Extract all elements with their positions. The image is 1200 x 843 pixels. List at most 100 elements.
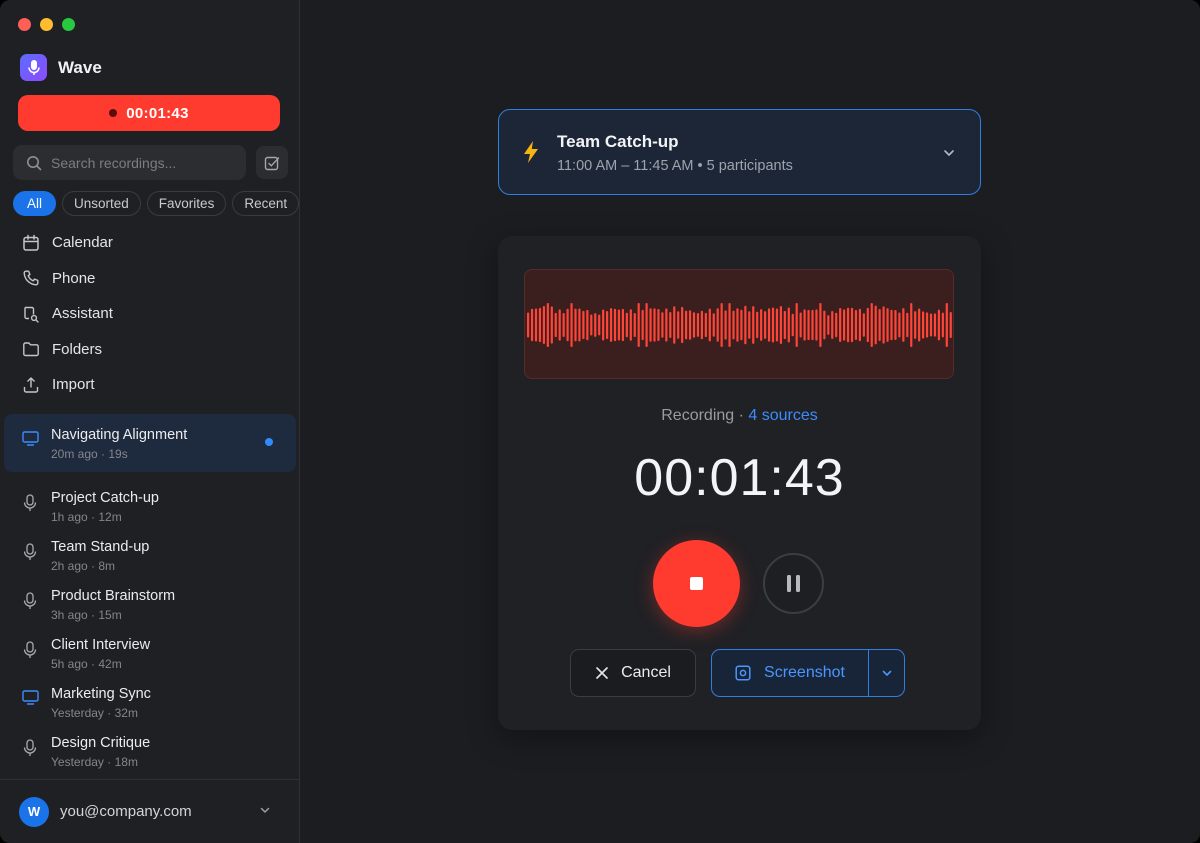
- account-email: you@company.com: [60, 803, 192, 820]
- waveform-bar: [922, 311, 925, 339]
- cancel-button[interactable]: Cancel: [570, 649, 696, 697]
- waveform-bar: [862, 313, 865, 337]
- waveform-bar: [669, 311, 672, 339]
- close-icon: [596, 667, 608, 679]
- waveform-bar: [906, 312, 909, 338]
- active-recording-button[interactable]: 00:01:43: [18, 95, 280, 131]
- waveform-bar: [641, 309, 644, 341]
- sidebar-item-assistant[interactable]: Assistant: [22, 296, 282, 332]
- waveform-bar: [764, 311, 767, 339]
- screenshot-button[interactable]: Screenshot: [712, 650, 868, 696]
- waveform-bar: [744, 305, 747, 345]
- waveform-bar: [677, 311, 680, 339]
- recording-dot-icon: [109, 109, 118, 117]
- list-item[interactable]: Design Critique Yesterday · 18m: [4, 723, 296, 772]
- new-note-button[interactable]: [256, 146, 288, 179]
- list-item[interactable]: Navigating Alignment 20m ago · 19s: [4, 414, 296, 472]
- waveform-bar: [874, 305, 877, 345]
- calendar-icon: [23, 234, 39, 251]
- zoom-window-button[interactable]: [62, 18, 75, 31]
- stop-icon: [690, 577, 703, 590]
- microphone-icon: [20, 54, 47, 81]
- waveform-bar: [637, 303, 640, 347]
- screenshot-split-button: Screenshot: [711, 649, 905, 697]
- waveform-bar: [570, 303, 573, 347]
- sidebar-item-label: Assistant: [52, 305, 113, 323]
- waveform-bar: [858, 308, 861, 342]
- waveform-bar: [949, 312, 952, 338]
- sidebar-item-calendar[interactable]: Calendar: [22, 225, 282, 261]
- recording-status-label: Recording ·: [661, 407, 749, 424]
- filter-unsorted[interactable]: Unsorted: [62, 191, 141, 216]
- waveform-bar: [574, 308, 577, 342]
- sidebar-item-label: Phone: [52, 269, 96, 287]
- screenshot-options-button[interactable]: [869, 650, 904, 696]
- waveform-bar: [657, 309, 660, 341]
- account-switcher[interactable]: W you@company.com: [0, 779, 299, 843]
- list-item[interactable]: Product Brainstorm 3h ago · 15m: [4, 576, 296, 625]
- microphone-icon: [23, 543, 37, 560]
- waveform-bar: [625, 312, 628, 338]
- waveform-bar: [854, 310, 858, 340]
- cancel-label: Cancel: [621, 664, 671, 681]
- sidebar-nav: Calendar Phone Assistant Folders Import: [22, 225, 282, 403]
- filter-recent[interactable]: Recent: [232, 191, 300, 216]
- minimize-window-button[interactable]: [40, 18, 53, 31]
- waveform-bar: [665, 308, 668, 342]
- meeting-title: Team Catch-up: [557, 132, 679, 151]
- compose-icon: [264, 156, 280, 170]
- waveform-bar: [823, 310, 826, 340]
- waveform-bar: [878, 308, 881, 342]
- waveform-bar: [598, 314, 601, 336]
- waveform-bar: [645, 303, 648, 347]
- recording-meta: 20m ago · 19s: [51, 447, 128, 461]
- recording-meta: 1h ago · 12m: [51, 510, 122, 524]
- sidebar-item-folders[interactable]: Folders: [22, 332, 282, 368]
- waveform-bar: [945, 303, 948, 347]
- waveform-bar: [728, 303, 731, 347]
- window-controls: [18, 18, 75, 31]
- waveform-bar: [918, 308, 921, 342]
- waveform-bar: [685, 310, 688, 340]
- waveform-bar: [941, 312, 944, 338]
- waveform-bar: [898, 312, 901, 338]
- waveform-bar: [558, 309, 561, 341]
- folder-icon: [23, 342, 39, 357]
- waveform-bar: [633, 313, 636, 337]
- waveform-bar: [811, 309, 814, 341]
- filter-favorites[interactable]: Favorites: [146, 191, 227, 216]
- close-window-button[interactable]: [18, 18, 31, 31]
- sidebar-item-import[interactable]: Import: [22, 367, 282, 403]
- waveform-bar: [827, 315, 830, 335]
- search-input[interactable]: [51, 154, 241, 171]
- stop-recording-button[interactable]: [653, 540, 740, 627]
- filter-all[interactable]: All: [13, 191, 57, 216]
- waveform-bar: [534, 308, 538, 342]
- waveform-bar: [819, 303, 822, 347]
- waveform-bar: [866, 307, 869, 343]
- recording-title: Product Brainstorm: [51, 588, 176, 604]
- microphone-icon: [23, 641, 37, 658]
- waveform-bar: [839, 308, 842, 342]
- recording-meta: 5h ago · 42m: [51, 657, 122, 671]
- waveform-bar: [850, 307, 854, 343]
- pause-recording-button[interactable]: [763, 553, 824, 614]
- waveform-bar: [846, 307, 850, 343]
- waveform-bar: [550, 306, 553, 344]
- waveform-bar: [902, 308, 905, 342]
- waveform-bar: [795, 303, 798, 347]
- meeting-selector[interactable]: Team Catch-up 11:00 AM – 11:45 AM • 5 pa…: [498, 109, 981, 195]
- sources-link[interactable]: 4 sources: [748, 407, 817, 424]
- list-item[interactable]: Marketing Sync Yesterday · 32m: [4, 674, 296, 723]
- waveform-bar: [530, 308, 534, 342]
- list-item[interactable]: Team Stand-up 2h ago · 8m: [4, 527, 296, 576]
- waveform-bar: [617, 309, 621, 341]
- recording-meta: Yesterday · 32m: [51, 706, 138, 720]
- waveform-bar: [771, 307, 775, 343]
- sidebar-item-phone[interactable]: Phone: [22, 261, 282, 297]
- list-item[interactable]: Client Interview 5h ago · 42m: [4, 625, 296, 674]
- list-item[interactable]: Project Catch-up 1h ago · 12m: [4, 478, 296, 527]
- waveform-bar: [590, 314, 593, 336]
- unread-indicator: [265, 438, 273, 446]
- waveform-bar: [594, 313, 597, 337]
